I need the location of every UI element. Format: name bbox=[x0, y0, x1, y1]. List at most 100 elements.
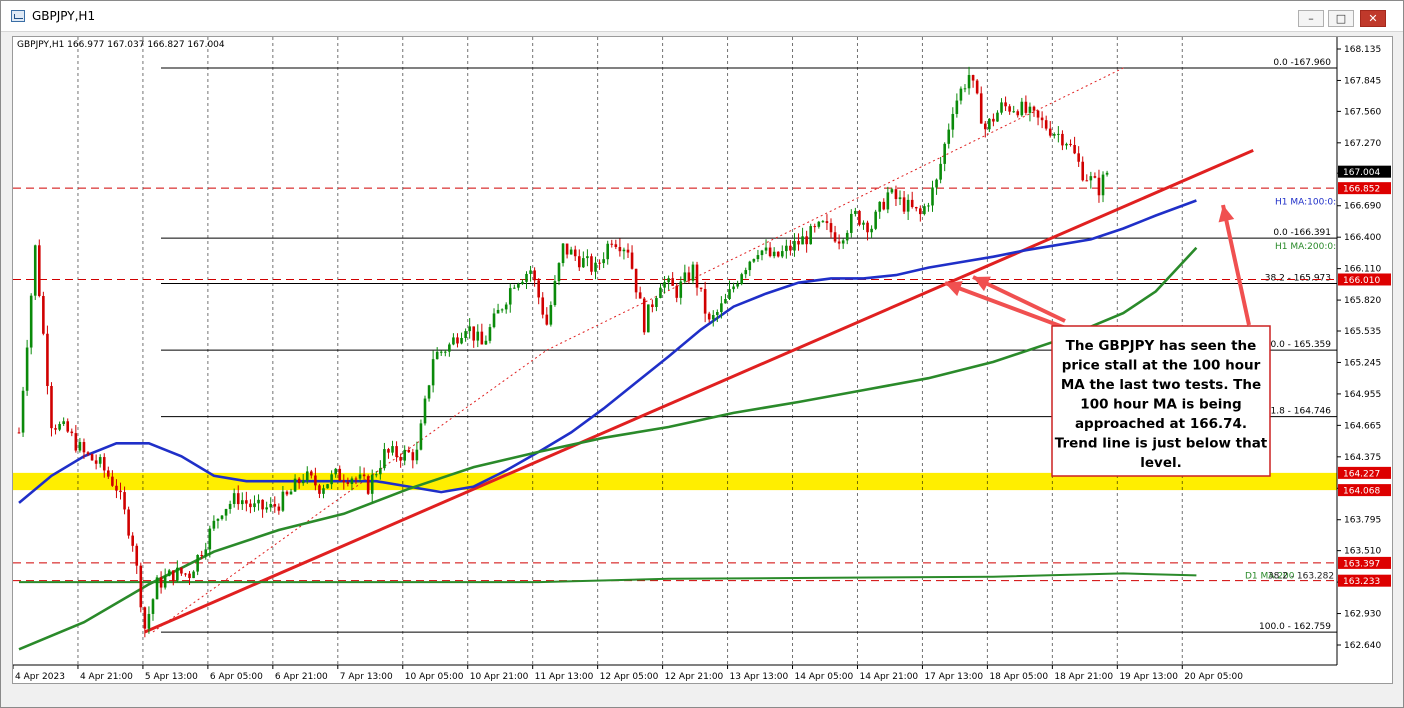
candle-body bbox=[1065, 143, 1068, 146]
candle-body bbox=[58, 424, 61, 430]
candle-body bbox=[642, 298, 646, 333]
fib-level-label: 0.0 -167.960 bbox=[1273, 58, 1331, 68]
candle-body bbox=[594, 262, 597, 272]
candle-body bbox=[21, 390, 25, 433]
candle-body bbox=[54, 428, 57, 430]
time-tick-label: 4 Apr 21:00 bbox=[80, 672, 133, 682]
candle-body bbox=[180, 567, 183, 574]
chart-plot-area[interactable]: 0.0 -167.960 0.0 -166.391 38.2 - 165.973 50… bbox=[12, 36, 1393, 684]
candle-body bbox=[565, 243, 569, 255]
price-chart[interactable]: 0.0 -167.960 0.0 -166.391 38.2 - 165.973 50… bbox=[13, 37, 1392, 683]
candle-body bbox=[102, 457, 106, 471]
candle-body bbox=[38, 245, 41, 297]
time-tick-label: 6 Apr 05:00 bbox=[210, 672, 263, 682]
candle-body bbox=[224, 509, 228, 516]
candle-body bbox=[1044, 120, 1048, 129]
candle-body bbox=[1032, 106, 1036, 111]
candle-body bbox=[159, 577, 163, 588]
candle-body bbox=[379, 468, 382, 475]
candle-body bbox=[858, 210, 861, 225]
candle-body bbox=[74, 433, 78, 451]
price-tick-label: 167.845 bbox=[1344, 76, 1381, 86]
candle-body bbox=[785, 245, 788, 252]
candle-body bbox=[176, 567, 179, 581]
time-tick-label: 4 Apr 2023 bbox=[15, 672, 65, 682]
window-titlebar[interactable]: GBPJPY,H1 – □ ✕ bbox=[1, 1, 1403, 32]
candle-body bbox=[346, 482, 350, 484]
candle-body bbox=[545, 314, 549, 325]
candle-body bbox=[549, 305, 553, 325]
candle-body bbox=[614, 244, 618, 248]
candle-body bbox=[220, 515, 224, 519]
candle-body bbox=[1085, 180, 1089, 182]
candle-body bbox=[90, 454, 94, 461]
candle-body bbox=[204, 549, 208, 556]
maximize-button[interactable]: □ bbox=[1328, 10, 1354, 27]
candle-body bbox=[1093, 176, 1097, 178]
candle-body bbox=[602, 259, 605, 264]
candle-body bbox=[155, 577, 159, 600]
candle-body bbox=[695, 264, 699, 288]
candle-body bbox=[261, 499, 264, 510]
candle-body bbox=[200, 554, 203, 556]
candle-body bbox=[529, 270, 532, 274]
candle-body bbox=[606, 243, 609, 260]
candle-body bbox=[427, 385, 431, 399]
candle-body bbox=[17, 432, 21, 434]
candle-body bbox=[350, 478, 354, 484]
candle-body bbox=[70, 431, 74, 434]
candle-body bbox=[508, 288, 512, 305]
price-tag-label: 163.397 bbox=[1343, 559, 1380, 569]
candle-body bbox=[143, 607, 147, 629]
candle-body bbox=[752, 259, 756, 262]
candle-body bbox=[448, 344, 451, 352]
candle-body bbox=[1036, 110, 1040, 118]
candle-body bbox=[269, 503, 273, 508]
candle-body bbox=[1089, 176, 1093, 181]
candle-body bbox=[862, 222, 865, 225]
candle-body bbox=[825, 221, 829, 224]
candle-body bbox=[1069, 143, 1072, 145]
candle-body bbox=[362, 474, 366, 477]
fib-level-label: 100.0 - 162.759 bbox=[1259, 622, 1331, 632]
candle-body bbox=[740, 274, 743, 284]
time-tick-label: 20 Apr 05:00 bbox=[1184, 672, 1243, 682]
candle-body bbox=[898, 197, 902, 200]
candle-body bbox=[419, 423, 423, 450]
candle-body bbox=[1101, 174, 1105, 196]
candle-body bbox=[1048, 128, 1052, 136]
candle-body bbox=[833, 232, 837, 242]
candle-body bbox=[253, 503, 256, 508]
price-tick-label: 166.690 bbox=[1344, 202, 1381, 212]
fib-level-label: 61.8 - 164.746 bbox=[1265, 407, 1331, 417]
candle-body bbox=[679, 281, 683, 298]
time-tick-label: 18 Apr 21:00 bbox=[1054, 672, 1113, 682]
annotation-line-4: approached at 166.74. bbox=[1075, 416, 1247, 432]
close-button[interactable]: ✕ bbox=[1360, 10, 1386, 27]
candle-body bbox=[147, 613, 151, 629]
candle-body bbox=[297, 478, 301, 484]
candle-body bbox=[131, 535, 134, 546]
candle-body bbox=[188, 573, 191, 579]
price-tag-label: 167.004 bbox=[1343, 168, 1380, 178]
candle-body bbox=[716, 312, 719, 315]
candle-body bbox=[797, 240, 800, 245]
annotation-line-3: 100 hour MA is being bbox=[1080, 397, 1241, 413]
candle-body bbox=[464, 331, 467, 338]
minimize-button[interactable]: – bbox=[1298, 10, 1324, 27]
candle-body bbox=[776, 251, 780, 257]
annotation-line-5: Trend line is just below that bbox=[1055, 436, 1268, 452]
candle-body bbox=[760, 250, 764, 256]
candle-body bbox=[127, 509, 130, 536]
candle-body bbox=[407, 449, 411, 453]
candle-body bbox=[1077, 153, 1080, 162]
candle-body bbox=[667, 278, 670, 283]
candle-body bbox=[62, 421, 65, 425]
time-tick-label: 12 Apr 05:00 bbox=[600, 672, 659, 682]
candle-body bbox=[801, 236, 804, 245]
candle-body bbox=[1016, 111, 1020, 116]
candle-body bbox=[305, 471, 309, 481]
candle-body bbox=[1057, 133, 1060, 135]
candle-body bbox=[687, 272, 691, 281]
candle-body bbox=[939, 163, 942, 180]
